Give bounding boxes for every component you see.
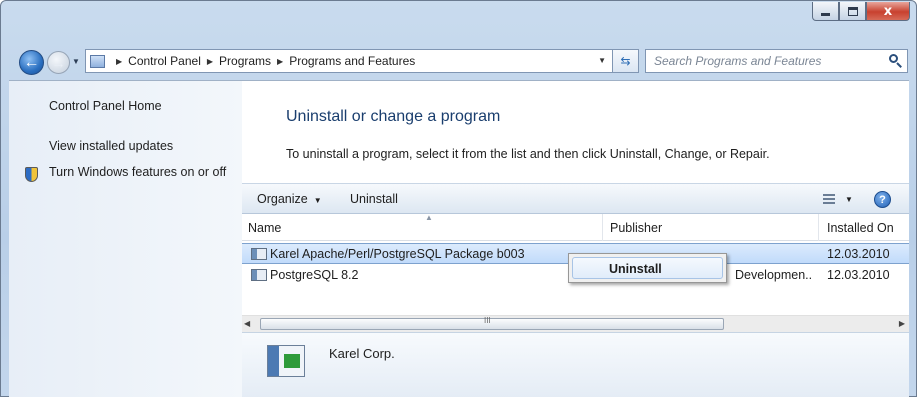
caption-buttons: x	[812, 2, 910, 21]
sidebar-item-view-installed-updates[interactable]: View installed updates	[49, 139, 173, 153]
refresh-button[interactable]: ⇆	[613, 49, 639, 73]
context-menu-uninstall[interactable]: Uninstall	[572, 257, 723, 279]
maximize-button[interactable]	[839, 2, 866, 21]
sort-ascending-icon: ▲	[425, 213, 433, 222]
column-publisher[interactable]: Publisher	[610, 221, 662, 235]
minimize-button[interactable]	[812, 2, 839, 21]
chevron-right-icon[interactable]: ▶	[116, 57, 122, 66]
program-installed-on: 12.03.2010	[827, 247, 890, 261]
recent-pages-dropdown-icon[interactable]: ▼	[72, 57, 80, 66]
forward-button[interactable]: →	[47, 51, 70, 74]
address-dropdown-icon[interactable]: ▼	[598, 56, 606, 65]
breadcrumb-control-panel[interactable]: Control Panel	[128, 54, 201, 68]
column-header: Name ▲ Publisher Installed On	[242, 213, 909, 241]
chevron-right-icon[interactable]: ▶	[277, 57, 283, 66]
close-icon: x	[883, 3, 893, 19]
page-description: To uninstall a program, select it from t…	[286, 147, 770, 161]
scrollbar-grip: III	[484, 316, 491, 325]
chevron-down-icon: ▼	[313, 196, 322, 205]
organize-button[interactable]: Organize ▼	[257, 192, 322, 206]
details-pane: Karel Corp.	[242, 332, 909, 397]
back-button[interactable]: ←	[19, 50, 44, 75]
column-name[interactable]: Name	[248, 221, 281, 235]
view-options-icon[interactable]	[823, 194, 835, 204]
column-divider[interactable]	[602, 214, 603, 241]
scroll-right-icon[interactable]: ▶	[899, 319, 905, 328]
breadcrumb-programs[interactable]: Programs	[219, 54, 271, 68]
close-button[interactable]: x	[866, 2, 910, 21]
chevron-right-icon[interactable]: ▶	[207, 57, 213, 66]
help-icon[interactable]: ?	[874, 191, 891, 208]
search-box[interactable]: Search Programs and Features	[645, 49, 908, 73]
details-publisher: Karel Corp.	[329, 346, 395, 361]
sidebar-item-control-panel-home[interactable]: Control Panel Home	[49, 99, 162, 113]
shield-icon	[25, 167, 38, 182]
program-name: PostgreSQL 8.2	[270, 268, 359, 282]
control-panel-icon	[90, 54, 105, 68]
view-dropdown-icon[interactable]: ▼	[845, 195, 853, 204]
column-divider[interactable]	[818, 214, 819, 241]
uninstall-button[interactable]: Uninstall	[350, 192, 398, 206]
organize-label: Organize	[257, 192, 308, 206]
search-input[interactable]: Search Programs and Features	[646, 54, 885, 68]
navigation-bar: ← → ▼ ▶ Control Panel ▶ Programs ▶ Progr…	[9, 38, 909, 80]
program-installed-on: 12.03.2010	[827, 268, 890, 282]
search-icon[interactable]	[885, 50, 907, 72]
program-large-icon	[267, 345, 305, 377]
address-bar[interactable]: ▶ Control Panel ▶ Programs ▶ Programs an…	[85, 49, 613, 73]
scrollbar-thumb[interactable]: III	[260, 316, 724, 330]
scroll-left-icon[interactable]: ◀	[244, 319, 250, 328]
maximize-icon	[847, 6, 858, 16]
column-installed-on[interactable]: Installed On	[827, 221, 894, 235]
command-bar: Organize ▼ Uninstall ▼ ?	[242, 183, 909, 214]
main-pane: Uninstall or change a program To uninsta…	[242, 81, 909, 397]
program-name: Karel Apache/Perl/PostgreSQL Package b00…	[270, 247, 525, 261]
page-title: Uninstall or change a program	[286, 108, 501, 125]
sidebar: Control Panel Home View installed update…	[9, 81, 242, 397]
content-area: Control Panel Home View installed update…	[9, 80, 909, 397]
minimize-icon	[821, 12, 830, 16]
refresh-icon: ⇆	[620, 54, 631, 68]
forward-arrow-icon: →	[51, 54, 66, 71]
context-menu: Uninstall	[568, 253, 727, 283]
horizontal-scrollbar[interactable]: ◀ III ▶	[242, 315, 909, 332]
program-icon	[251, 248, 267, 260]
sidebar-item-windows-features[interactable]: Turn Windows features on or off	[49, 165, 229, 180]
programs-and-features-window: x ← → ▼ ▶ Control Panel ▶ Programs ▶ Pro…	[0, 0, 917, 397]
program-icon	[251, 269, 267, 281]
breadcrumb-programs-and-features[interactable]: Programs and Features	[289, 54, 415, 68]
back-arrow-icon: ←	[23, 53, 40, 71]
program-publisher: Developmen...	[735, 268, 813, 282]
